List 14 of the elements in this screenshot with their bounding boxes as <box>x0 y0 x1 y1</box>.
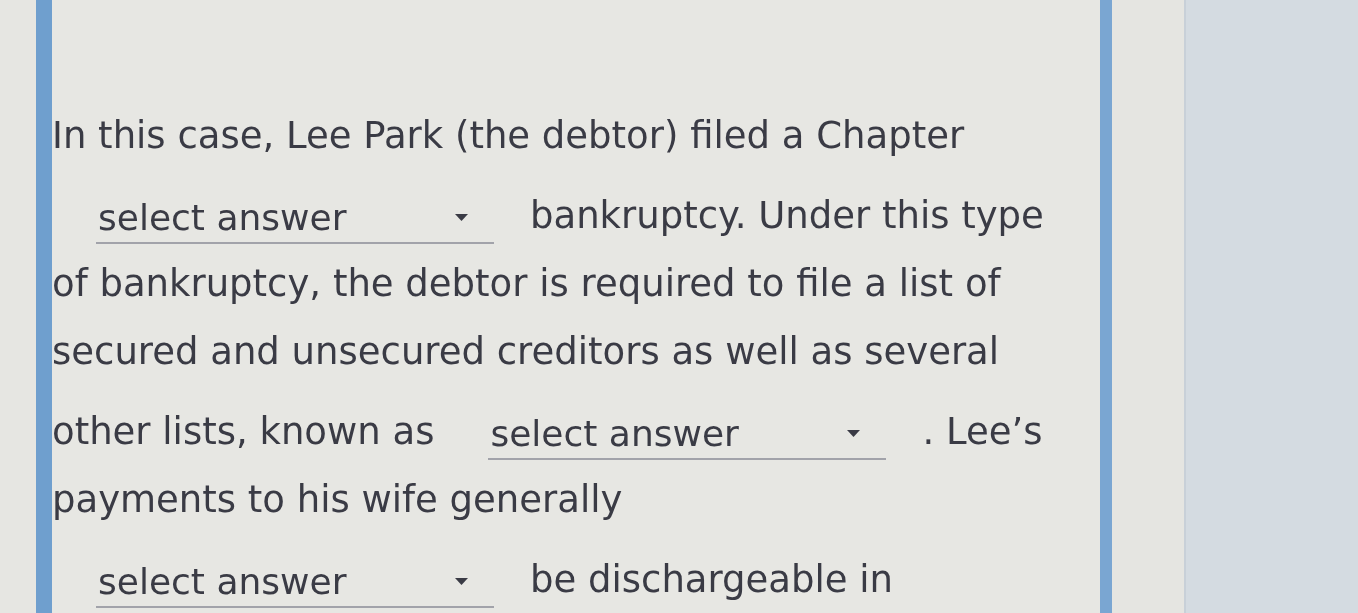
question-text: payments to his wife generally <box>52 477 623 523</box>
question-text: be dischargeable in <box>530 557 894 603</box>
question-text: In this case, Lee Park (the debtor) filed a Chapter <box>52 113 965 159</box>
caret-icon <box>455 577 468 585</box>
caret-icon <box>455 213 468 221</box>
question-text: other lists, known as <box>52 409 435 455</box>
question-text: secured and unsecured creditors as well as several <box>52 329 1000 375</box>
answer-dropdown[interactable]: select answer <box>96 192 494 244</box>
answer-dropdown[interactable]: select answer <box>96 556 494 608</box>
answer-dropdown[interactable]: select answer <box>488 408 887 460</box>
question-text: of bankruptcy, the debtor is required to file a list of <box>52 261 1001 307</box>
question-text: . Lee’s <box>922 409 1043 455</box>
caret-icon <box>847 429 861 437</box>
question-text: bankruptcy. Under this type <box>530 193 1044 239</box>
